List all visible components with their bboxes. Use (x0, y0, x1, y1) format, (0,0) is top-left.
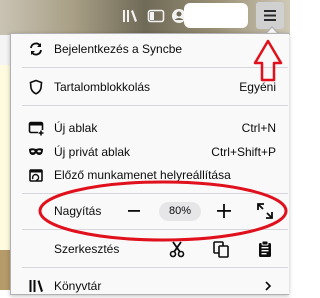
menu-item-restore-session-label: Előző munkamenet helyreállítása (54, 168, 231, 182)
menu-item-new-private-window-label: Új privát ablak (54, 145, 131, 159)
sidebar-icon (147, 9, 165, 23)
sidebar-button[interactable] (144, 4, 168, 28)
separator (22, 105, 288, 106)
browser-toolbar (0, 0, 290, 35)
zoom-in-button[interactable] (214, 201, 234, 221)
hamburger-menu-icon (264, 10, 276, 21)
new-window-shortcut: Ctrl+N (241, 121, 276, 135)
copy-button[interactable] (212, 240, 230, 258)
paste-icon (259, 240, 271, 257)
separator (22, 67, 288, 68)
menu-item-new-window[interactable]: Új ablak Ctrl+N (10, 116, 290, 140)
account-name-redacted (184, 3, 248, 28)
menu-item-new-window-label: Új ablak (54, 121, 98, 135)
content-blocking-value: Egyéni (239, 80, 276, 94)
menu-item-content-blocking-label: Tartalomblokkolás (54, 80, 151, 94)
mask-icon (29, 148, 43, 155)
zoom-out-button[interactable] (124, 201, 144, 221)
copy-icon (213, 241, 229, 258)
separator (22, 229, 288, 230)
cut-button[interactable] (168, 240, 186, 258)
open-menu-button[interactable] (256, 2, 284, 29)
fullscreen-button[interactable] (256, 202, 274, 220)
plus-icon (217, 204, 231, 218)
menu-item-library-label: Könyvtár (54, 279, 102, 293)
new-private-window-shortcut: Ctrl+Shift+P (211, 145, 276, 159)
menu-item-library[interactable]: Könyvtár (10, 274, 290, 298)
menu-item-sync[interactable]: Bejelentkezés a Syncbe (10, 37, 290, 61)
minus-icon (128, 210, 140, 212)
separator (22, 267, 288, 268)
menu-item-new-private-window[interactable]: Új privát ablak Ctrl+Shift+P (10, 140, 290, 164)
separator (22, 193, 288, 194)
library-icon (123, 10, 137, 22)
library-button[interactable] (119, 4, 143, 28)
menu-item-content-blocking[interactable]: Tartalomblokkolás Egyéni (10, 75, 290, 99)
menu-item-sync-label: Bejelentkezés a Syncbe (54, 42, 183, 56)
new-window-icon (28, 121, 44, 136)
library-icon (29, 280, 43, 292)
edit-label: Szerkesztés (54, 242, 120, 256)
paste-button[interactable] (256, 240, 274, 258)
edit-row: Szerkesztés (10, 237, 290, 261)
zoom-reset-button[interactable]: 80% (159, 202, 201, 221)
zoom-label: Nagyítás (54, 204, 102, 218)
sync-icon (30, 42, 42, 56)
zoom-row: Nagyítás (10, 199, 290, 223)
restore-icon (29, 169, 43, 182)
menu-item-restore-session[interactable]: Előző munkamenet helyreállítása (10, 163, 290, 187)
cut-icon (169, 241, 185, 258)
fullscreen-icon (257, 203, 273, 219)
shield-icon (29, 79, 43, 95)
